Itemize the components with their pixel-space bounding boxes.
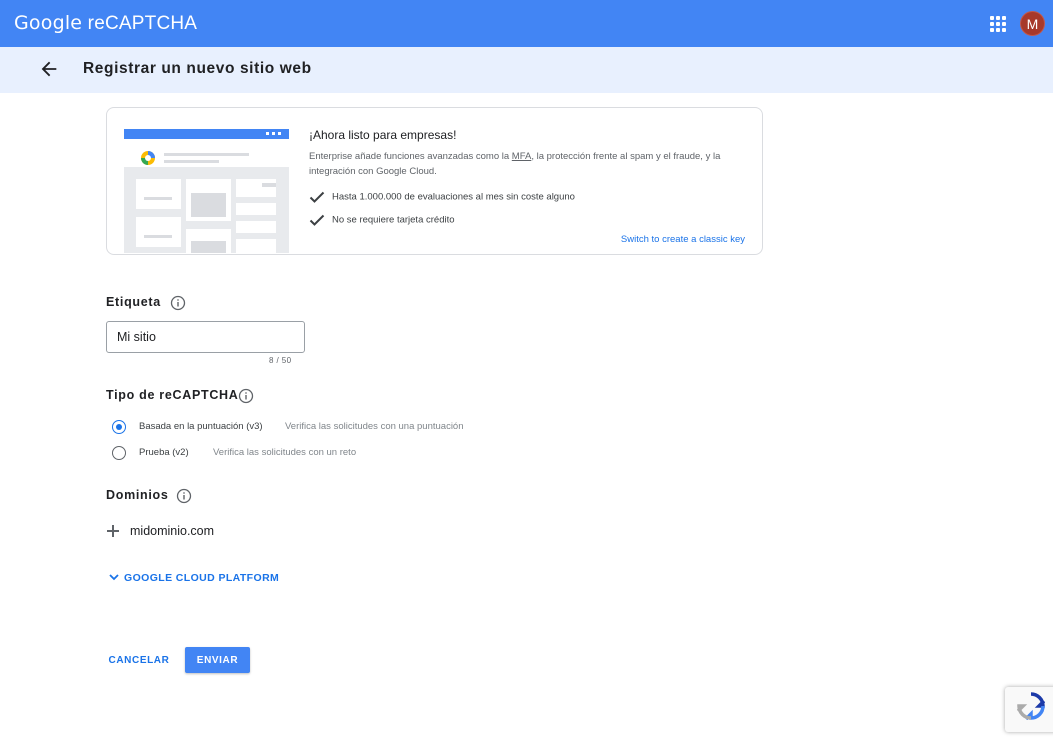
submit-button[interactable]: ENVIAR <box>185 647 250 673</box>
avatar[interactable]: M <box>1020 11 1045 36</box>
promo-bullet-text: Hasta 1.000.000 de evaluaciones al mes s… <box>332 191 575 203</box>
radio-label-challenge[interactable]: Prueba (v2) <box>139 447 189 458</box>
info-icon[interactable] <box>170 295 186 311</box>
radio-label-score-based[interactable]: Basada en la puntuación (v3) <box>139 421 263 432</box>
radio-desc-challenge: Verifica las solicitudes con un reto <box>213 447 357 458</box>
chevron-down-icon <box>109 574 119 581</box>
radio-score-based[interactable] <box>112 420 126 434</box>
promo-bullet: Hasta 1.000.000 de evaluaciones al mes s… <box>309 191 575 203</box>
enterprise-promo-card: ¡Ahora listo para empresas! Enterprise a… <box>106 107 763 255</box>
type-section-heading: Tipo de reCAPTCHA <box>106 388 239 402</box>
label-input[interactable] <box>106 321 305 353</box>
logo-product-text: reCAPTCHA <box>82 13 198 34</box>
apps-grid-icon[interactable] <box>986 12 1008 34</box>
page-title: Registrar un nuevo sitio web <box>83 60 312 77</box>
promo-bullet: No se requiere tarjeta crédito <box>309 214 455 226</box>
page-header: Registrar un nuevo sitio web <box>0 47 1053 93</box>
radio-desc-score-based: Verifica las solicitudes con una puntuac… <box>285 421 464 432</box>
check-icon <box>309 191 325 203</box>
check-icon <box>309 214 325 226</box>
cancel-button[interactable]: CANCELAR <box>106 647 172 673</box>
arrow-back-icon[interactable] <box>38 58 60 80</box>
info-icon[interactable] <box>176 488 192 504</box>
info-icon[interactable] <box>238 388 254 404</box>
recaptcha-logo[interactable]: Google reCAPTCHA <box>14 12 197 35</box>
character-counter: 8 / 50 <box>269 356 292 365</box>
radio-challenge[interactable] <box>112 446 126 460</box>
plus-icon[interactable] <box>106 524 120 538</box>
top-app-bar: Google reCAPTCHA M <box>0 0 1053 47</box>
promo-title: ¡Ahora listo para empresas! <box>309 128 457 142</box>
domains-section-heading: Dominios <box>106 488 169 502</box>
promo-bullet-text: No se requiere tarjeta crédito <box>332 214 455 226</box>
google-cloud-platform-toggle[interactable]: GOOGLE CLOUD PLATFORM <box>108 571 279 584</box>
domain-input[interactable] <box>130 520 380 542</box>
switch-to-classic-link[interactable]: Switch to create a classic key <box>621 234 745 245</box>
mfa-link[interactable]: MFA <box>512 151 532 162</box>
gcp-label: GOOGLE CLOUD PLATFORM <box>124 572 280 584</box>
recaptcha-badge[interactable] <box>1005 687 1053 732</box>
label-section-heading: Etiqueta <box>106 295 161 309</box>
recaptcha-logo-icon <box>1017 692 1045 720</box>
promo-description: Enterprise añade funciones avanzadas com… <box>309 149 744 179</box>
logo-google-text: Google <box>14 12 83 34</box>
promo-desc-before: Enterprise añade funciones avanzadas com… <box>309 151 512 162</box>
enterprise-illustration <box>124 129 289 253</box>
